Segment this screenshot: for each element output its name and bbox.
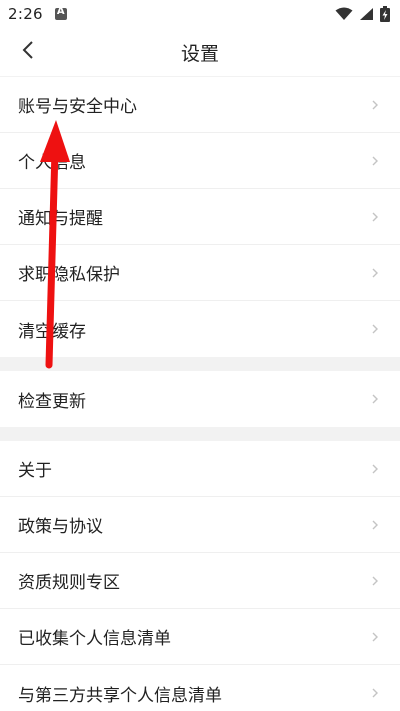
settings-item-policies[interactable]: 政策与协议 [0,497,400,553]
settings-item-label: 个人信息 [18,153,86,173]
settings-item-label: 求职隐私保护 [18,265,120,285]
settings-item-label: 账号与安全中心 [18,97,137,117]
settings-item-qualifications[interactable]: 资质规则专区 [0,553,400,609]
settings-item-clear-cache[interactable]: 清空缓存 [0,301,400,357]
section-gap [0,357,400,371]
chevron-right-icon [368,688,382,698]
battery-charging-icon [380,6,390,22]
chevron-right-icon [368,520,382,530]
settings-section-account: 账号与安全中心 个人信息 通知与提醒 求职隐私保护 清空缓存 [0,77,400,357]
settings-item-third-party-info[interactable]: 与第三方共享个人信息清单 [0,665,400,711]
settings-section-update: 检查更新 [0,371,400,427]
chevron-left-icon [22,40,34,64]
nav-bar: 设置 [0,28,400,76]
chevron-right-icon [368,324,382,334]
settings-item-about[interactable]: 关于 [0,441,400,497]
chevron-right-icon [368,632,382,642]
settings-item-label: 通知与提醒 [18,209,103,229]
settings-item-label: 政策与协议 [18,517,103,537]
chevron-right-icon [368,464,382,474]
settings-item-personal-info[interactable]: 个人信息 [0,133,400,189]
settings-item-label: 关于 [18,461,52,481]
settings-item-account-security[interactable]: 账号与安全中心 [0,77,400,133]
settings-item-privacy[interactable]: 求职隐私保护 [0,245,400,301]
settings-item-label: 清空缓存 [18,321,86,342]
settings-item-check-update[interactable]: 检查更新 [0,371,400,427]
page-title: 设置 [180,42,219,65]
chevron-right-icon [368,268,382,278]
chevron-right-icon [368,394,382,404]
settings-screen: 2:26 A 设置 账号与安全中心 个人信息 通知与提醒 求职隐私保护 清空缓存… [0,0,400,711]
settings-item-notifications[interactable]: 通知与提醒 [0,189,400,245]
settings-section-about: 关于 政策与协议 资质规则专区 已收集个人信息清单 与第三方共享个人信息清单 [0,441,400,711]
a-notification-icon [54,6,67,20]
settings-item-collected-info[interactable]: 已收集个人信息清单 [0,609,400,665]
status-bar: 2:26 [0,0,400,28]
wifi-icon [335,7,353,21]
status-icons [335,6,390,22]
section-gap [0,427,400,441]
chevron-right-icon [368,212,382,222]
settings-item-label: 资质规则专区 [18,573,120,593]
settings-item-label: 已收集个人信息清单 [18,629,171,649]
chevron-right-icon [368,576,382,586]
chevron-right-icon [368,156,382,166]
status-time: 2:26 [8,5,43,23]
chevron-right-icon [368,100,382,110]
settings-item-label: 与第三方共享个人信息清单 [18,685,222,706]
signal-icon [359,7,374,21]
settings-item-label: 检查更新 [18,391,86,412]
back-button[interactable] [10,34,46,70]
